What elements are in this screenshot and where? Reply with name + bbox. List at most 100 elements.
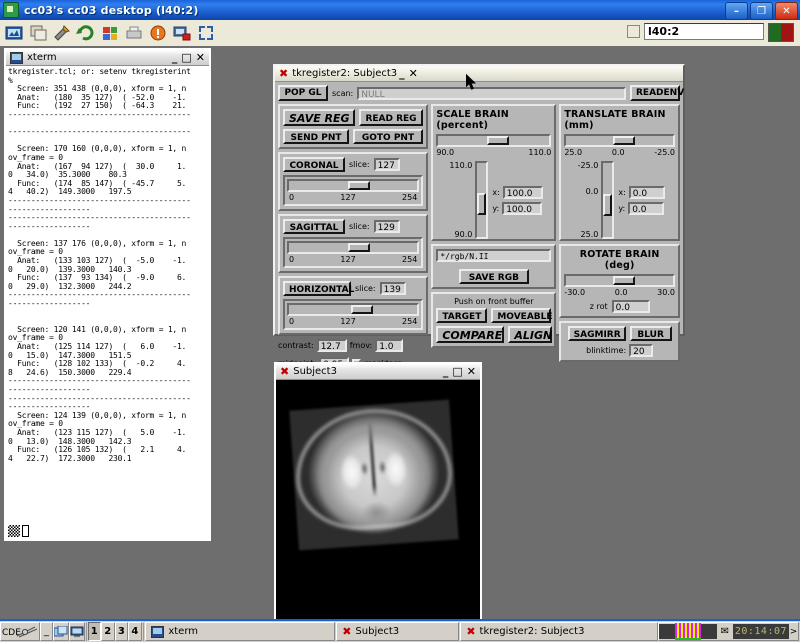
minimize-icon[interactable]: _	[399, 68, 405, 79]
read-reg-button[interactable]: READ REG	[359, 109, 423, 126]
start-button[interactable]: CDE	[0, 622, 40, 641]
translate-h-tick-mid: 0.0	[612, 148, 625, 157]
horizontal-button[interactable]: HORIZONTAL	[283, 281, 351, 296]
rotate-tick-mid: 0.0	[615, 288, 628, 297]
scale-brain-x-slider[interactable]	[436, 134, 551, 147]
subject3-image-window[interactable]: ✖ Subject3 _ □ ✕	[274, 362, 482, 619]
subject3-titlebar[interactable]: ✖ Subject3 _ □ ✕	[276, 364, 480, 380]
print-icon	[124, 23, 144, 43]
close-icon[interactable]: ✕	[467, 366, 476, 377]
compare-button[interactable]: COMPARE	[436, 326, 504, 343]
rotate-brain-slider[interactable]	[564, 274, 675, 287]
pop-gl-button[interactable]: POP GL	[278, 85, 328, 101]
desktop-button-3[interactable]: 3	[115, 622, 129, 641]
save-rgb-button[interactable]: SAVE RGB	[459, 269, 529, 284]
moveable-button[interactable]: MOVEABLE	[491, 308, 551, 323]
desktop-button-1[interactable]: 1	[88, 622, 102, 641]
vnc-window-controls[interactable]: – ❐ ✕	[725, 2, 798, 20]
close-icon[interactable]: ✕	[409, 68, 418, 79]
terminal-icon	[151, 626, 164, 638]
translate-brain-title: TRANSLATE BRAIN (mm)	[564, 109, 675, 131]
target-button[interactable]: TARGET	[436, 308, 487, 323]
translate-y-input[interactable]: 0.0	[628, 202, 664, 215]
scale-brain-h-tick-max: 110.0	[528, 148, 551, 157]
close-icon[interactable]: ✕	[196, 52, 205, 63]
maximize-icon[interactable]: □	[181, 52, 191, 63]
refresh-icon[interactable]	[76, 23, 96, 43]
translate-brain-y-slider[interactable]	[601, 161, 614, 239]
align-button[interactable]: ALIGN	[508, 326, 552, 343]
maximize-icon[interactable]: □	[452, 366, 462, 377]
translate-x-input[interactable]: 0.0	[629, 186, 665, 199]
translate-h-tick-min: 25.0	[564, 148, 582, 157]
scale-brain-y-input[interactable]: 100.0	[502, 202, 542, 215]
vnc-address-input[interactable]	[644, 23, 764, 40]
taskbar-item-xterm-label: xterm	[168, 626, 198, 637]
taskbar-item-subject3[interactable]: ✖ Subject3	[336, 622, 459, 641]
desktop-button-2[interactable]: 2	[101, 622, 115, 641]
blur-button[interactable]: BLUR	[630, 326, 672, 341]
terminal-output[interactable]: tkregister.tcl; or: setenv tkregisterint…	[6, 66, 209, 540]
readenv-button[interactable]: READENV	[630, 85, 680, 101]
minimize-icon[interactable]: _	[172, 52, 178, 63]
tkregister2-window[interactable]: ✖ tkregister2: Subject3 _ ✕ POP GL scan:…	[273, 64, 685, 336]
save-reg-button[interactable]: SAVE REG	[283, 109, 355, 126]
taskbar-item-tkregister2[interactable]: ✖ tkregister2: Subject3	[460, 622, 658, 641]
tkregister2-title: tkregister2: Subject3	[292, 68, 397, 79]
rgb-path-input[interactable]: */rgb/N.II	[436, 249, 551, 262]
window-list-button[interactable]	[53, 622, 69, 641]
close-icon[interactable]: ✕	[775, 2, 798, 20]
sagittal-slice-label: slice:	[349, 222, 370, 231]
ctrl-alt-del-icon[interactable]	[100, 23, 120, 43]
blinktime-input[interactable]: 20	[629, 344, 653, 357]
sagittal-slice-input[interactable]: 129	[374, 220, 400, 233]
translate-h-tick-max: -25.0	[654, 148, 675, 157]
z-rot-input[interactable]: 0.0	[612, 300, 650, 313]
goto-pnt-button[interactable]: GOTO PNT	[353, 129, 423, 144]
transfer-icon[interactable]	[172, 23, 192, 43]
xterm-window[interactable]: xterm _ □ ✕ tkregister.tcl; or: setenv t…	[4, 48, 211, 541]
sagittal-slider[interactable]	[287, 241, 419, 254]
sagittal-button[interactable]: SAGITTAL	[283, 219, 345, 234]
translate-brain-x-slider[interactable]	[564, 134, 675, 147]
tkregister2-titlebar[interactable]: ✖ tkregister2: Subject3 _ ✕	[275, 66, 683, 82]
show-desktop-button[interactable]: _	[40, 622, 53, 641]
desktop-button-4[interactable]: 4	[128, 622, 142, 641]
scale-brain-y-slider[interactable]	[475, 161, 488, 239]
clone-icon[interactable]	[28, 23, 48, 43]
fmov-input[interactable]: 1.0	[375, 339, 403, 352]
contrast-input[interactable]: 12.7	[317, 339, 347, 352]
horizontal-slider[interactable]	[287, 303, 419, 316]
coronal-slice-input[interactable]: 127	[374, 158, 400, 171]
xterm-titlebar[interactable]: xterm _ □ ✕	[6, 50, 209, 66]
minimize-icon[interactable]: _	[443, 366, 449, 377]
capture-icon[interactable]	[4, 23, 24, 43]
terminal-launcher-button[interactable]	[69, 622, 85, 641]
coronal-button[interactable]: CORONAL	[283, 157, 345, 172]
x-app-icon: ✖	[279, 67, 288, 80]
maximize-icon[interactable]: ❐	[750, 2, 773, 20]
brain-slice-canvas[interactable]	[276, 380, 480, 619]
xterm-title: xterm	[27, 52, 57, 63]
coronal-slider[interactable]	[287, 179, 419, 192]
subject3-title: Subject3	[293, 366, 337, 377]
send-pnt-button[interactable]: SEND PNT	[283, 129, 349, 144]
translate-brain-group: TRANSLATE BRAIN (mm) 25.0 0.0 -25.0 -25.…	[559, 104, 680, 241]
cpu-monitor-icon[interactable]	[675, 623, 701, 640]
scan-input[interactable]: NULL	[357, 87, 626, 100]
vnc-status-indicator	[768, 23, 794, 42]
mail-icon[interactable]: ✉	[717, 626, 733, 637]
tray-expand-button[interactable]: >	[789, 627, 798, 637]
coronal-group: CORONAL slice: 127 0 127 254	[278, 152, 428, 211]
rotate-tick-max: 30.0	[657, 288, 675, 297]
fullscreen-icon[interactable]	[196, 23, 216, 43]
scale-brain-x-input[interactable]: 100.0	[503, 186, 543, 199]
options-icon[interactable]	[52, 23, 72, 43]
horizontal-slice-input[interactable]: 139	[380, 282, 406, 295]
minimize-icon[interactable]: –	[725, 2, 748, 20]
coronal-brain-slice-image	[289, 400, 458, 551]
blinktime-label: blinktime:	[586, 346, 626, 355]
sagmirr-button[interactable]: SAGMIRR	[568, 326, 626, 341]
info-icon[interactable]	[148, 23, 168, 43]
taskbar-item-xterm[interactable]: xterm	[145, 622, 335, 641]
